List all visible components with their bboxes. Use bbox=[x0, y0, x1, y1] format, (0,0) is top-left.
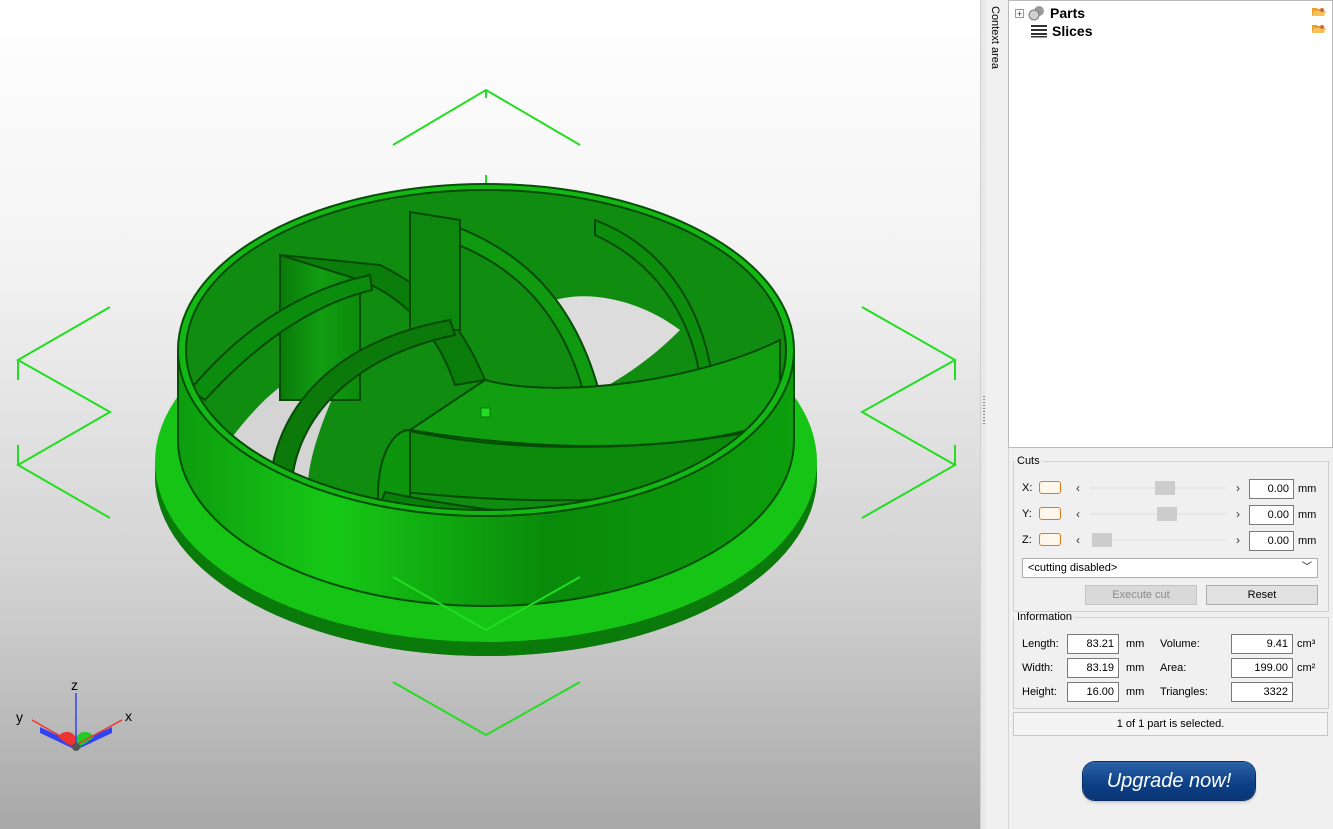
length-label: Length: bbox=[1022, 638, 1059, 650]
width-field[interactable]: 83.19 bbox=[1067, 658, 1119, 678]
cut-z-input[interactable]: 0.00 bbox=[1249, 531, 1294, 551]
cut-x-input[interactable]: 0.00 bbox=[1249, 479, 1294, 499]
selection-status: 1 of 1 part is selected. bbox=[1013, 712, 1328, 736]
chevron-left-icon[interactable]: ‹ bbox=[1076, 480, 1080, 496]
cut-z-lock-button[interactable] bbox=[1039, 533, 1061, 546]
area-label: Area: bbox=[1160, 662, 1187, 674]
cut-x-lock-button[interactable] bbox=[1039, 481, 1061, 494]
handle-bottom-outer bbox=[392, 681, 581, 737]
upgrade-now-button[interactable]: Upgrade now! bbox=[1083, 762, 1255, 800]
axis-gizmo[interactable]: z y x bbox=[16, 677, 132, 751]
cut-y-input[interactable]: 0.00 bbox=[1249, 505, 1294, 525]
splitter-grip-icon[interactable] bbox=[983, 396, 985, 426]
handle-left bbox=[15, 306, 113, 519]
axis-z-label: z bbox=[71, 677, 78, 693]
cut-mode-dropdown[interactable]: <cutting disabled> ﹀ bbox=[1022, 558, 1318, 578]
expand-icon[interactable]: + bbox=[1015, 8, 1024, 18]
chevron-right-icon[interactable]: › bbox=[1236, 506, 1240, 522]
cuts-title: Cuts bbox=[1017, 455, 1040, 467]
width-unit: mm bbox=[1126, 662, 1145, 674]
tree-item-slices[interactable]: Slices bbox=[1030, 22, 1092, 40]
cut-y-slider-thumb[interactable] bbox=[1157, 507, 1177, 521]
tree-item-slices-label: Slices bbox=[1052, 23, 1093, 39]
chevron-right-icon[interactable]: › bbox=[1236, 532, 1240, 548]
handle-right bbox=[859, 306, 958, 519]
width-label: Width: bbox=[1022, 662, 1054, 674]
area-unit: cm² bbox=[1297, 662, 1316, 674]
cut-z-label: Z: bbox=[1022, 534, 1032, 546]
context-area-label: Context area bbox=[989, 6, 1001, 69]
height-label: Height: bbox=[1022, 686, 1057, 698]
axis-y-label: y bbox=[16, 709, 23, 725]
information-title: Information bbox=[1017, 611, 1073, 623]
volume-label: Volume: bbox=[1160, 638, 1200, 650]
properties-panel: Cuts X: ‹ › 0.00 mm Y: ‹ › 0.00 mm Z: ‹ bbox=[1010, 450, 1331, 829]
cut-x-slider-thumb[interactable] bbox=[1155, 481, 1175, 495]
context-area-tab[interactable]: Context area bbox=[986, 0, 1009, 829]
parts-icon bbox=[1028, 6, 1044, 21]
cut-x-unit: mm bbox=[1298, 483, 1317, 495]
height-field[interactable]: 16.00 bbox=[1067, 682, 1119, 702]
triangles-label: Triangles: bbox=[1160, 686, 1208, 698]
execute-cut-button[interactable]: Execute cut bbox=[1085, 585, 1197, 605]
height-unit: mm bbox=[1126, 686, 1145, 698]
cut-z-slider-thumb[interactable] bbox=[1092, 533, 1112, 547]
cut-y-unit: mm bbox=[1298, 509, 1317, 521]
cut-z-unit: mm bbox=[1298, 535, 1317, 547]
length-unit: mm bbox=[1126, 638, 1145, 650]
handle-top-outer bbox=[392, 88, 581, 146]
open-folder-icon[interactable] bbox=[1312, 6, 1326, 17]
chevron-down-icon[interactable]: ﹀ bbox=[1302, 559, 1312, 577]
cut-x-label: X: bbox=[1022, 482, 1033, 494]
chevron-left-icon[interactable]: ‹ bbox=[1076, 506, 1080, 522]
cut-mode-value: <cutting disabled> bbox=[1028, 562, 1118, 574]
axis-x-label: x bbox=[125, 708, 132, 724]
3d-viewport[interactable]: z y x bbox=[0, 0, 980, 829]
model-center-handle[interactable] bbox=[480, 407, 491, 418]
chevron-right-icon[interactable]: › bbox=[1236, 480, 1240, 496]
volume-field[interactable]: 9.41 bbox=[1231, 634, 1293, 654]
viewport-canvas[interactable]: z y x bbox=[0, 0, 980, 829]
length-field[interactable]: 83.21 bbox=[1067, 634, 1119, 654]
parts-tree[interactable]: + Parts Slices bbox=[1008, 0, 1333, 448]
cut-y-lock-button[interactable] bbox=[1039, 507, 1061, 520]
triangles-field[interactable]: 3322 bbox=[1231, 682, 1293, 702]
area-field[interactable]: 199.00 bbox=[1231, 658, 1293, 678]
reset-button[interactable]: Reset bbox=[1206, 585, 1318, 605]
tree-item-parts-label: Parts bbox=[1050, 5, 1086, 21]
cut-y-slider[interactable]: ‹ › bbox=[1076, 506, 1240, 522]
chevron-left-icon[interactable]: ‹ bbox=[1076, 532, 1080, 548]
cut-z-slider[interactable]: ‹ › bbox=[1076, 532, 1240, 548]
volume-unit: cm³ bbox=[1297, 638, 1316, 650]
cut-y-label: Y: bbox=[1022, 508, 1032, 520]
cut-x-slider[interactable]: ‹ › bbox=[1076, 480, 1240, 496]
tree-item-parts[interactable]: + Parts bbox=[1015, 4, 1085, 22]
slices-icon bbox=[1031, 25, 1047, 38]
open-folder-icon[interactable] bbox=[1312, 23, 1326, 34]
